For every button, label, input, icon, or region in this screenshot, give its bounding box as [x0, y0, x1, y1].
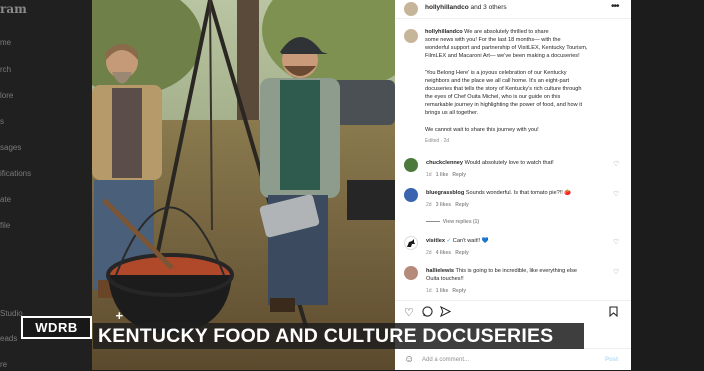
comment-meta: 2d 3 likes Reply: [426, 202, 469, 208]
save-bookmark-icon[interactable]: [609, 306, 618, 320]
modal-backdrop[interactable]: [631, 0, 704, 370]
comment-age: 2d: [426, 202, 432, 208]
comment-text: visitlex ✓ Can't wait!! 💙: [426, 238, 489, 244]
caption-line: We cannot wait to share this journey wit…: [425, 127, 539, 133]
comment-age: 1d: [426, 172, 432, 178]
caption-line: brings us all together.: [425, 110, 479, 116]
share-send-icon[interactable]: [439, 305, 452, 320]
comment-username[interactable]: chuckclenney: [426, 160, 463, 166]
post-panel: hollyhillandco and 3 others ••• hollyhil…: [395, 0, 631, 370]
post-header: hollyhillandco and 3 others •••: [395, 0, 631, 18]
comment-username[interactable]: hallielewis: [426, 268, 454, 274]
comment-text: bluegrassblog Sounds wonderful. Is that …: [426, 190, 571, 196]
comment-likes[interactable]: 4 likes: [436, 250, 451, 256]
post-author-suffix[interactable]: and 3 others: [471, 4, 507, 11]
comment-body: Can't wait!! 💙: [452, 238, 489, 244]
post-comment-button[interactable]: Post: [605, 357, 618, 363]
post-author[interactable]: hollyhillandco and 3 others: [425, 4, 507, 11]
comment-input[interactable]: Add a comment...: [422, 357, 469, 363]
author-avatar[interactable]: [404, 2, 418, 16]
comment-age: 2d: [426, 250, 432, 256]
comment-meta: 1d 1 like Reply: [426, 172, 466, 178]
actions-divider: [395, 300, 631, 301]
caption-line: hollyhillandco We are absolutely thrille…: [425, 29, 549, 35]
comment-body: This is going to be incredible, like eve…: [455, 268, 578, 274]
comment-username[interactable]: visitlex: [426, 238, 445, 244]
instagram-logo: ram: [0, 2, 27, 16]
view-replies-link[interactable]: View replies (1): [426, 219, 479, 225]
like-comment-heart-icon[interactable]: ♡: [613, 268, 619, 276]
like-heart-icon[interactable]: ♡: [404, 306, 414, 319]
like-comment-heart-icon[interactable]: ♡: [613, 190, 619, 198]
comment-avatar[interactable]: [404, 158, 418, 172]
comment-likes[interactable]: 3 likes: [436, 202, 451, 208]
comment-likes[interactable]: 1 like: [436, 172, 449, 178]
comment-text: hallielewis This is going to be incredib…: [426, 268, 577, 274]
caption-line: FilmLEX and Macaroni Art— we've been mak…: [425, 53, 580, 59]
sidebar-item-search[interactable]: rch: [0, 65, 11, 74]
more-options-icon[interactable]: •••: [611, 1, 619, 12]
comment-body: Sounds wonderful. Is that tomato pie?!! …: [465, 190, 572, 196]
reply-link[interactable]: Reply: [455, 250, 469, 256]
sidebar-item-more[interactable]: re: [0, 360, 7, 369]
comment-avatar[interactable]: [404, 236, 418, 250]
caption-line: remarkable journey in highlighting the p…: [425, 102, 583, 108]
like-comment-heart-icon[interactable]: ♡: [613, 238, 619, 246]
emoji-icon[interactable]: ☺: [404, 354, 414, 365]
comment-meta: 2d 4 likes Reply: [426, 250, 469, 256]
caption-text: We are absolutely thrilled to share: [464, 29, 549, 35]
comment-bubble-glyph: [422, 306, 433, 317]
view-replies-label[interactable]: View replies (1): [443, 219, 479, 225]
post-author-name[interactable]: hollyhillandco: [425, 4, 469, 11]
caption-line: some news with you! For the last 18 mont…: [425, 37, 561, 43]
comment-meta: 1d 1 like Reply: [426, 288, 466, 294]
comment-likes[interactable]: 1 like: [436, 288, 449, 294]
caption-username[interactable]: hollyhillandco: [425, 29, 463, 35]
sidebar-item-studio[interactable]: Studio: [0, 309, 23, 318]
add-comment-bar: ☺ Add a comment... Post: [395, 348, 631, 371]
view-replies-rule: [426, 221, 440, 223]
instagram-sidebar: ram me rch lore s sages ifications ate f…: [0, 0, 92, 370]
comment-text: chuckclenney Would absolutely love to wa…: [426, 160, 554, 166]
verified-badge-icon: ✓: [446, 238, 452, 244]
reply-link[interactable]: Reply: [455, 202, 469, 208]
header-divider: [395, 18, 631, 19]
comment-username[interactable]: bluegrassblog: [426, 190, 464, 196]
sidebar-item-create[interactable]: ate: [0, 195, 11, 204]
caption-avatar[interactable]: [404, 29, 418, 43]
comment-age: 1d: [426, 288, 432, 294]
sidebar-item-profile[interactable]: file: [0, 221, 10, 230]
send-glyph: [439, 305, 452, 318]
station-logo: WDRB +: [21, 308, 123, 339]
comment-body-continued: Ouita touches!!: [426, 276, 464, 282]
bookmark-glyph: [609, 306, 618, 318]
sidebar-item-notifications[interactable]: ifications: [0, 169, 31, 178]
sidebar-item-messages[interactable]: sages: [0, 143, 21, 152]
comment-bubble-icon[interactable]: [422, 306, 433, 320]
sidebar-item-threads[interactable]: eads: [0, 334, 17, 343]
comment-body: Would absolutely love to watch that!: [464, 160, 554, 166]
sidebar-item-explore[interactable]: lore: [0, 91, 13, 100]
reply-link[interactable]: Reply: [452, 172, 466, 178]
caption-line: docuseries that tells the story of Kentu…: [425, 86, 582, 92]
station-logo-plus: +: [115, 308, 124, 323]
caption-line: the eyes of Chef Ouita Michel, who is ou…: [425, 94, 561, 100]
station-logo-text: WDRB: [35, 320, 78, 335]
comment-avatar[interactable]: [404, 266, 418, 280]
caption-line: wonderful support and partnership of Vis…: [425, 45, 588, 51]
lower-third-headline: KENTUCKY FOOD AND CULTURE DOCUSERIES: [98, 325, 554, 347]
visitlex-horse-icon: [407, 239, 415, 247]
comment-avatar[interactable]: [404, 188, 418, 202]
lower-third-banner: KENTUCKY FOOD AND CULTURE DOCUSERIES: [93, 323, 584, 349]
reply-link[interactable]: Reply: [452, 288, 466, 294]
sidebar-item-home[interactable]: me: [0, 38, 11, 47]
sidebar-item-reels[interactable]: s: [0, 117, 4, 126]
caption-line: neighbors and the place we all call home…: [425, 78, 570, 84]
caption-meta: Edited · 2d: [425, 138, 450, 144]
like-comment-heart-icon[interactable]: ♡: [613, 160, 619, 168]
caption-line: 'You Belong Here' is a joyous celebratio…: [425, 70, 567, 76]
